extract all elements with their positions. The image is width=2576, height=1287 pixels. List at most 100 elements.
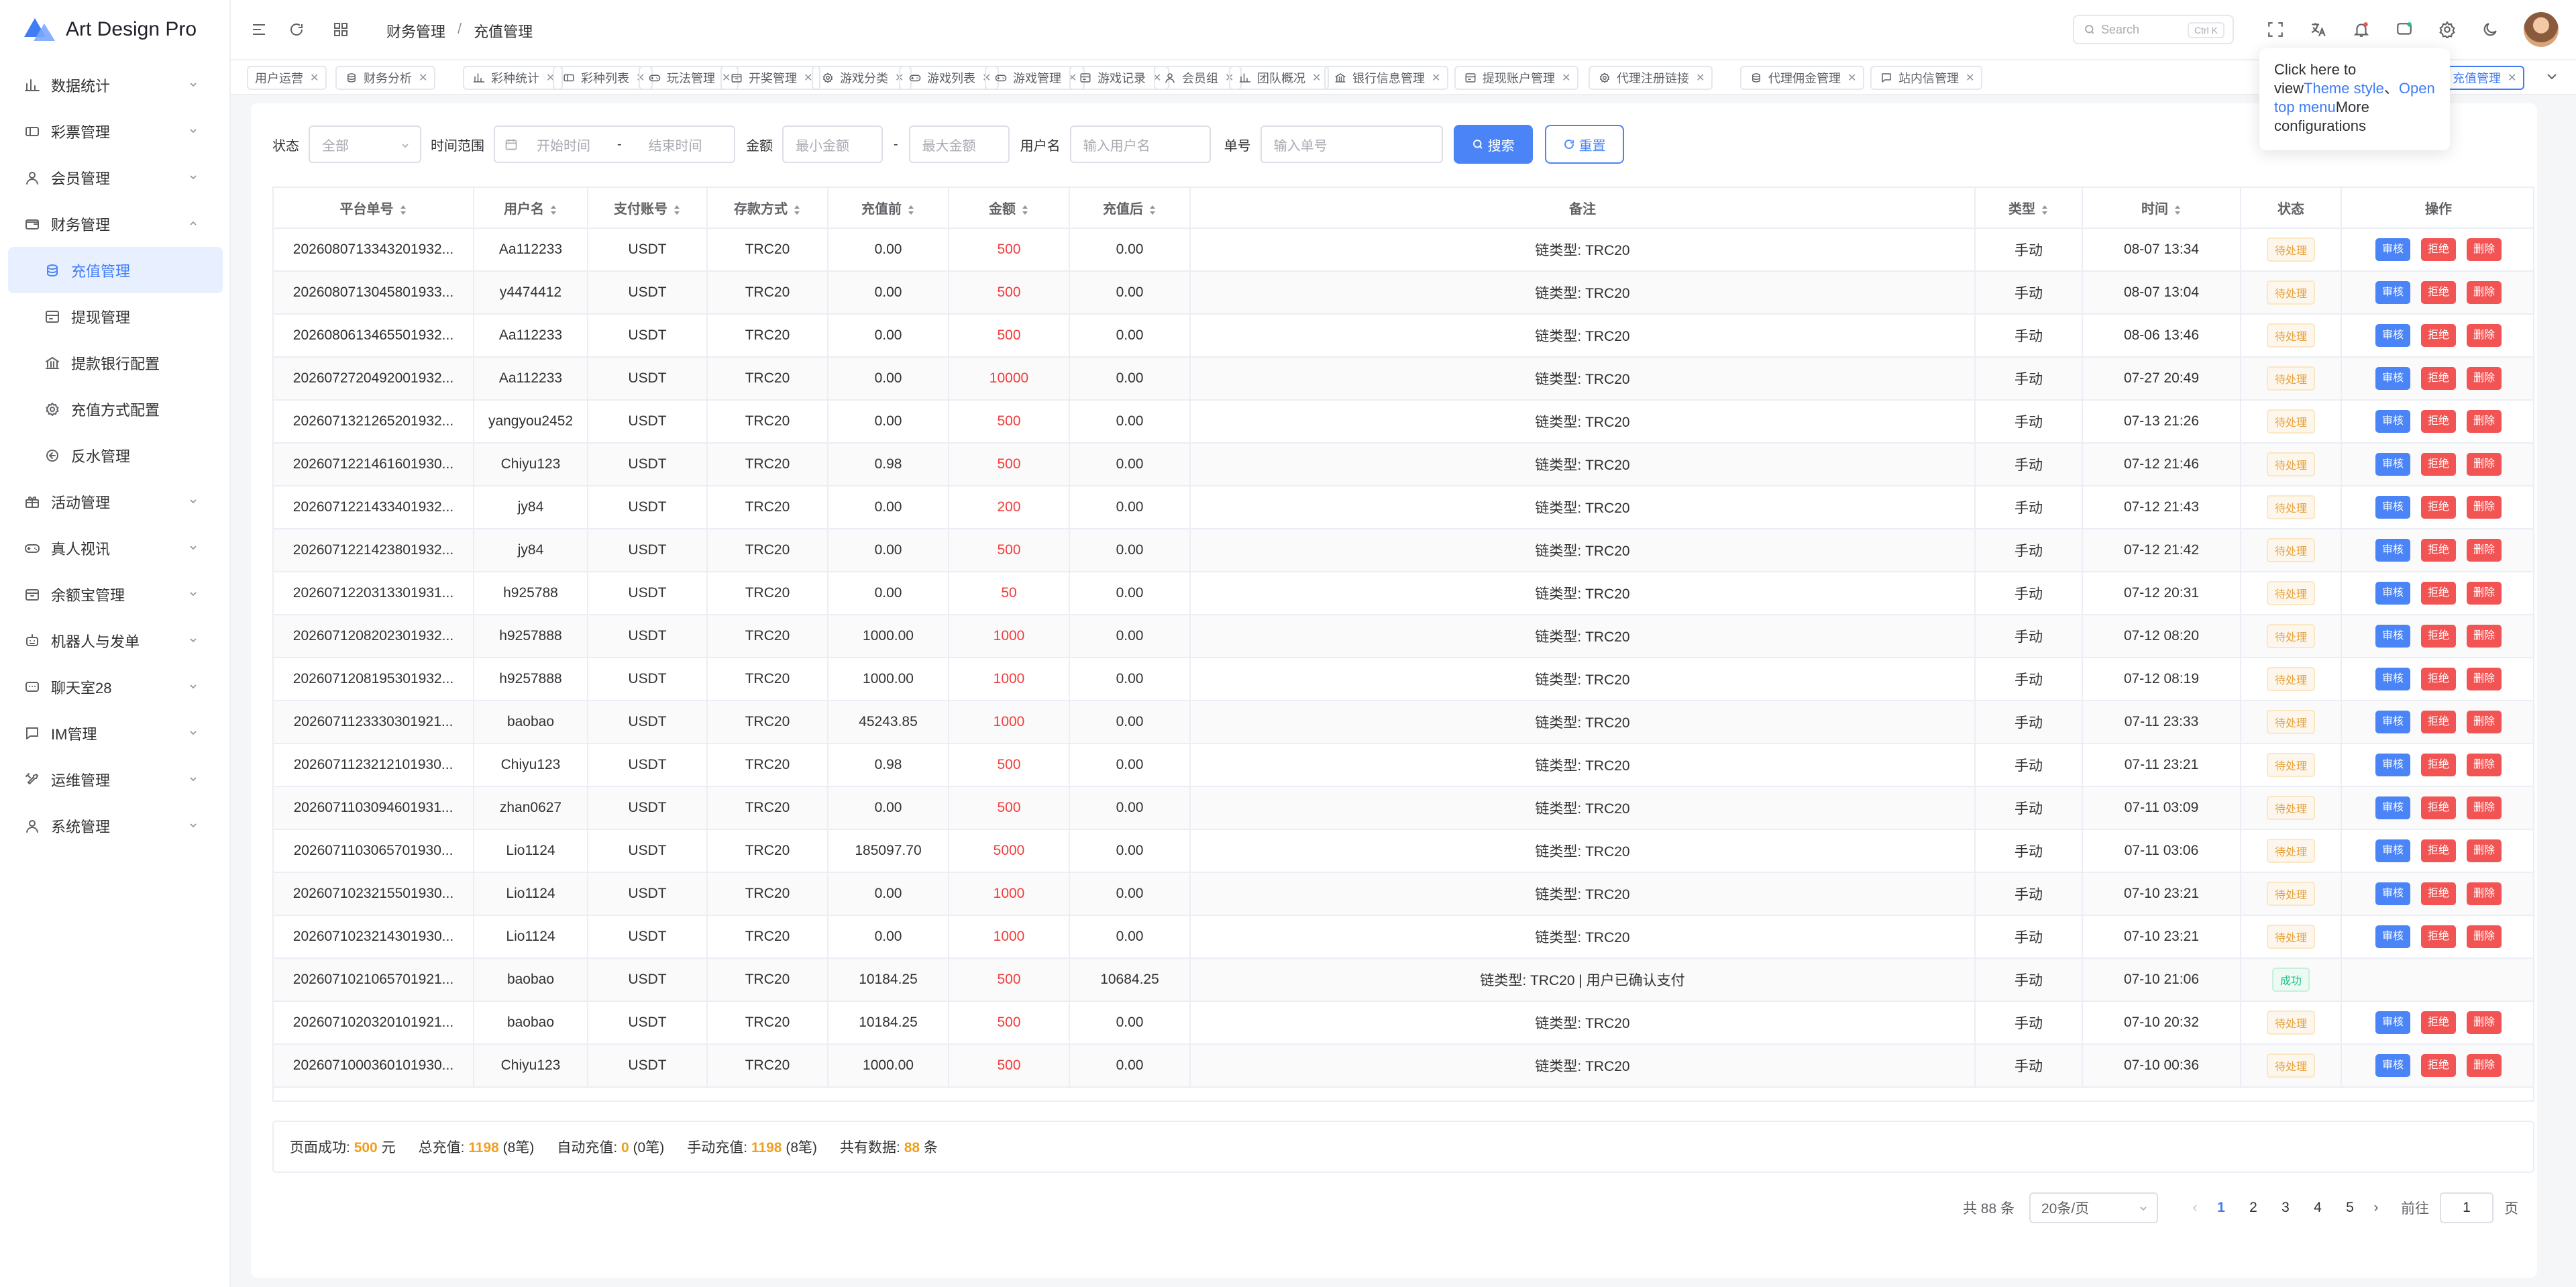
reject-button[interactable]: 拒绝 [2420, 668, 2456, 690]
tabs-more-chevron-icon[interactable] [2544, 68, 2560, 88]
tab-item[interactable]: 彩种列表 ✕ [553, 66, 653, 90]
reject-button[interactable]: 拒绝 [2420, 796, 2456, 819]
approve-button[interactable]: 审核 [2375, 754, 2410, 776]
delete-button[interactable]: 删除 [2467, 539, 2502, 562]
user-avatar[interactable] [2524, 12, 2559, 47]
approve-button[interactable]: 审核 [2375, 496, 2410, 519]
sort-icon[interactable] [1148, 205, 1157, 215]
delete-button[interactable]: 删除 [2467, 1011, 2502, 1034]
sort-icon[interactable] [549, 205, 557, 215]
tab-item[interactable]: 提现账户管理 ✕ [1454, 66, 1579, 90]
username-input[interactable]: 输入用户名 [1069, 125, 1211, 163]
sidebar-item[interactable]: IM管理 [0, 710, 231, 756]
delete-button[interactable]: 删除 [2467, 754, 2502, 776]
reject-button[interactable]: 拒绝 [2420, 367, 2456, 390]
delete-button[interactable]: 删除 [2467, 925, 2502, 948]
sidebar-item[interactable]: 会员管理 [0, 154, 231, 201]
tab-item[interactable]: 游戏分类 ✕ [812, 66, 912, 90]
delete-button[interactable]: 删除 [2467, 453, 2502, 476]
tab-item[interactable]: 代理佣金管理 ✕ [1740, 66, 1865, 90]
column-header[interactable]: 支付账号 [588, 188, 708, 229]
page-number[interactable]: 5 [2334, 1200, 2366, 1216]
reject-button[interactable]: 拒绝 [2420, 1011, 2456, 1034]
approve-button[interactable]: 审核 [2375, 796, 2410, 819]
reject-button[interactable]: 拒绝 [2420, 238, 2456, 261]
reject-button[interactable]: 拒绝 [2420, 453, 2456, 476]
sidebar-item[interactable]: 余额宝管理 [0, 571, 231, 617]
delete-button[interactable]: 删除 [2467, 882, 2502, 905]
max-amount-input[interactable]: 最大金额 [908, 125, 1010, 163]
delete-button[interactable]: 删除 [2467, 711, 2502, 733]
approve-button[interactable]: 审核 [2375, 281, 2410, 304]
delete-button[interactable]: 删除 [2467, 1054, 2502, 1077]
close-icon[interactable]: ✕ [1847, 71, 1856, 85]
approve-button[interactable]: 审核 [2375, 668, 2410, 690]
reject-button[interactable]: 拒绝 [2420, 925, 2456, 948]
sidebar-item[interactable]: 反水管理 [0, 432, 231, 478]
column-header[interactable]: 平台单号 [274, 188, 474, 229]
sidebar-item[interactable]: 系统管理 [0, 803, 231, 849]
delete-button[interactable]: 删除 [2467, 367, 2502, 390]
breadcrumb-item[interactable]: 财务管理 [386, 20, 445, 42]
close-icon[interactable]: ✕ [419, 71, 427, 85]
tab-item[interactable]: 彩种统计 ✕ [463, 66, 564, 90]
column-header[interactable]: 类型 [1975, 188, 2083, 229]
column-header[interactable]: 用户名 [474, 188, 588, 229]
sidebar-item[interactable]: 充值管理 [8, 247, 223, 293]
page-number[interactable]: 1 [2205, 1200, 2237, 1216]
prev-page-chevron-icon[interactable]: ‹ [2185, 1200, 2205, 1216]
sort-icon[interactable] [673, 205, 681, 215]
tab-item[interactable]: 财务分析 ✕ [335, 66, 436, 90]
notification-bell-icon[interactable] [2349, 17, 2373, 42]
sidebar-item[interactable]: 提款银行配置 [0, 340, 231, 386]
delete-button[interactable]: 删除 [2467, 238, 2502, 261]
sidebar-item[interactable]: 充值方式配置 [0, 386, 231, 432]
approve-button[interactable]: 审核 [2375, 925, 2410, 948]
fullscreen-icon[interactable] [2263, 17, 2288, 42]
tab-item[interactable]: 代理注册链接 ✕ [1589, 66, 1713, 90]
sort-icon[interactable] [907, 205, 915, 215]
delete-button[interactable]: 删除 [2467, 496, 2502, 519]
sort-icon[interactable] [1021, 205, 1029, 215]
reject-button[interactable]: 拒绝 [2420, 839, 2456, 862]
min-amount-input[interactable]: 最小金额 [782, 125, 883, 163]
reject-button[interactable]: 拒绝 [2420, 882, 2456, 905]
app-logo[interactable]: Art Design Pro [24, 16, 197, 43]
apps-grid-icon[interactable] [329, 17, 353, 42]
tooltip-theme-link[interactable]: Theme style [2304, 80, 2384, 97]
approve-button[interactable]: 审核 [2375, 453, 2410, 476]
reject-button[interactable]: 拒绝 [2420, 410, 2456, 433]
sidebar-item[interactable]: 彩票管理 [0, 108, 231, 154]
sort-icon[interactable] [793, 205, 801, 215]
reject-button[interactable]: 拒绝 [2420, 582, 2456, 605]
approve-button[interactable]: 审核 [2375, 367, 2410, 390]
time-range-picker[interactable]: 开始时间 - 结束时间 [494, 125, 735, 163]
approve-button[interactable]: 审核 [2375, 839, 2410, 862]
sidebar-item[interactable]: 财务管理 [0, 201, 231, 247]
page-number[interactable]: 3 [2269, 1200, 2302, 1216]
reject-button[interactable]: 拒绝 [2420, 711, 2456, 733]
order-number-input[interactable]: 输入单号 [1260, 125, 1443, 163]
sort-icon[interactable] [2041, 205, 2049, 215]
delete-button[interactable]: 删除 [2467, 796, 2502, 819]
page-size-select[interactable]: 20条/页 [2029, 1192, 2158, 1223]
close-icon[interactable]: ✕ [1562, 71, 1570, 85]
reject-button[interactable]: 拒绝 [2420, 496, 2456, 519]
language-icon[interactable] [2306, 17, 2330, 42]
reject-button[interactable]: 拒绝 [2420, 324, 2456, 347]
approve-button[interactable]: 审核 [2375, 238, 2410, 261]
reset-button[interactable]: 重置 [1544, 125, 1624, 164]
delete-button[interactable]: 删除 [2467, 625, 2502, 648]
sidebar-item[interactable]: 聊天室28 [0, 664, 231, 710]
close-icon[interactable]: ✕ [1312, 71, 1321, 85]
close-icon[interactable]: ✕ [1696, 71, 1705, 85]
column-header[interactable]: 金额 [949, 188, 1070, 229]
delete-button[interactable]: 删除 [2467, 582, 2502, 605]
delete-button[interactable]: 删除 [2467, 324, 2502, 347]
recharge-table-container[interactable]: 平台单号 用户名 支付账号 存款方式 充值前 金额 充值后 备注 类型 时间 状态 操作 202608… [272, 187, 2534, 1102]
approve-button[interactable]: 审核 [2375, 1054, 2410, 1077]
delete-button[interactable]: 删除 [2467, 281, 2502, 304]
close-icon[interactable]: ✕ [1966, 71, 1974, 85]
tab-item[interactable]: 站内信管理 ✕ [1870, 66, 1983, 90]
sidebar-item[interactable]: 运维管理 [0, 756, 231, 803]
